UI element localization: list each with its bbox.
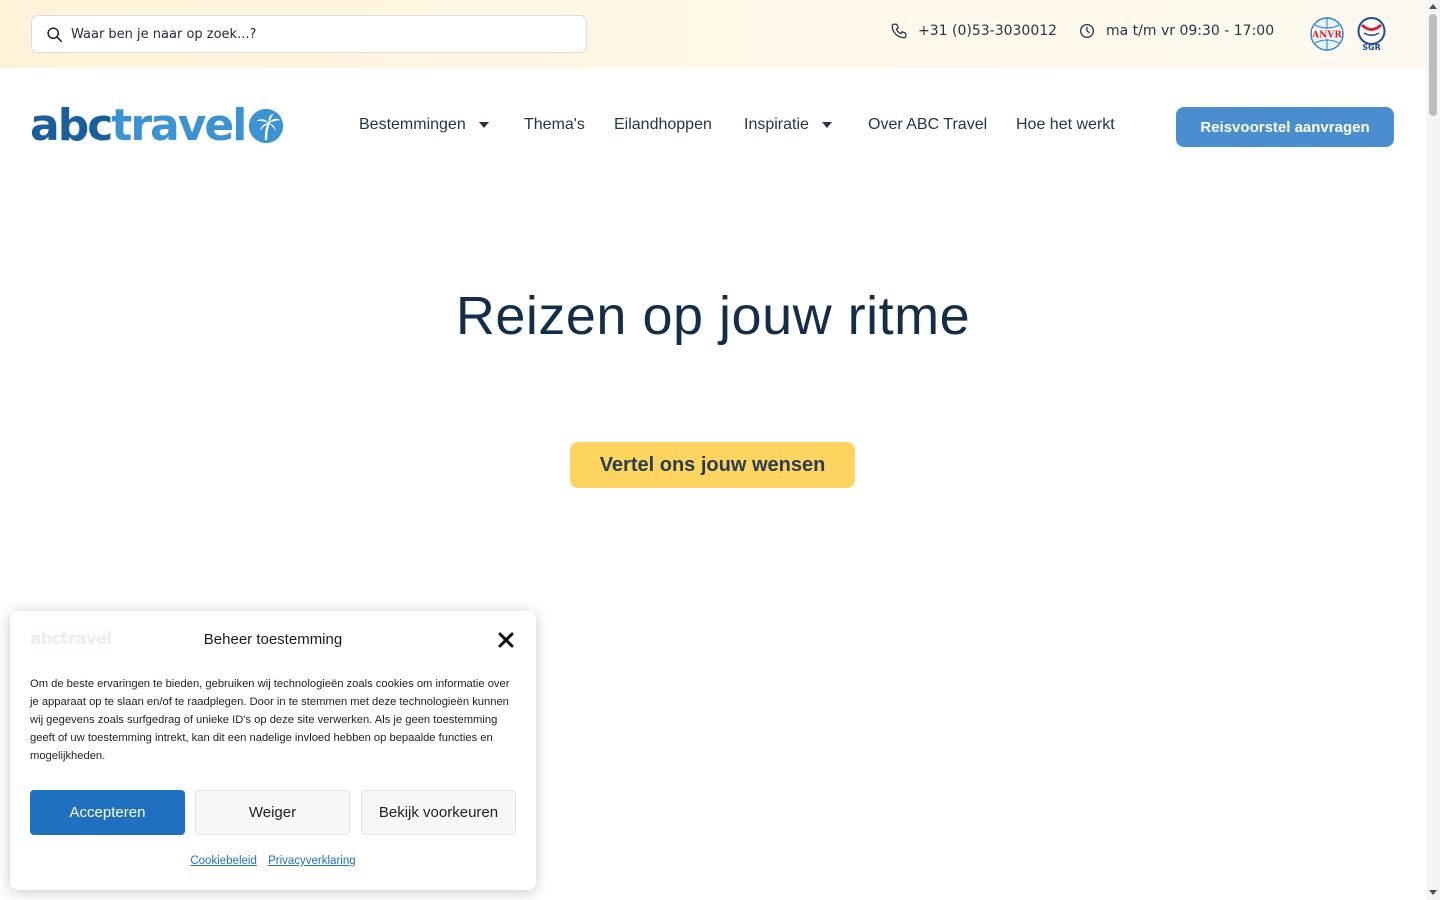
cookie-consent-dialog: abctravel Beheer toestemming Om de beste… <box>10 611 536 890</box>
nav-item-over-abc-travel[interactable]: Over ABC Travel <box>868 116 987 134</box>
nav-item-label: Over ABC Travel <box>868 116 988 133</box>
tell-us-wishes-button[interactable]: Vertel ons jouw wensen <box>570 442 855 488</box>
request-proposal-button[interactable]: Reisvoorstel aanvragen <box>1176 107 1394 147</box>
page-scrollbar[interactable] <box>1426 0 1440 900</box>
anvr-logo[interactable]: ANVR <box>1310 17 1344 51</box>
clock-icon <box>1079 23 1095 39</box>
search-icon <box>47 26 63 42</box>
nav-item-label: Inspiratie <box>744 116 809 133</box>
sgr-logo-text: SGR <box>1362 43 1381 52</box>
top-bar: +31 (0)53-3030012 ma t/m vr 09:30 - 17:0… <box>0 0 1426 68</box>
phone-icon <box>891 23 907 39</box>
close-icon[interactable] <box>496 630 516 650</box>
scrollbar-thumb[interactable] <box>1429 14 1437 116</box>
nav-item-hoe-het-werkt[interactable]: Hoe het werkt <box>1016 116 1115 134</box>
logo-wordmark-abc: abc <box>30 100 113 151</box>
search-input[interactable] <box>71 26 551 42</box>
caret-down-icon <box>821 122 832 128</box>
caret-down-icon <box>478 122 489 128</box>
nav-item-label: Bestemmingen <box>359 116 466 133</box>
deny-button[interactable]: Weiger <box>195 790 350 835</box>
site-logo[interactable]: abctravel <box>30 100 285 152</box>
hero-title: Reizen op jouw ritme <box>455 286 971 346</box>
phone-link[interactable]: +31 (0)53-3030012 <box>890 22 1057 40</box>
opening-hours-text: ma t/m vr 09:30 - 17:00 <box>1106 23 1275 39</box>
sgr-logo[interactable]: SGR <box>1354 16 1389 52</box>
nav-item-bestemmingen[interactable]: Bestemmingen <box>359 116 489 134</box>
nav-item-eilandhoppen[interactable]: Eilandhoppen <box>614 116 712 134</box>
nav-item-label: Eilandhoppen <box>614 116 712 133</box>
view-preferences-button[interactable]: Bekijk voorkeuren <box>361 790 516 835</box>
cookie-policy-link[interactable]: Cookiebeleid <box>190 855 257 867</box>
search-box[interactable] <box>31 15 587 53</box>
nav-item-label: Thema's <box>524 116 585 133</box>
anvr-logo-text: ANVR <box>1311 31 1342 41</box>
logo-wordmark-travel: travel <box>111 100 247 151</box>
consent-title: Beheer toestemming <box>203 631 343 648</box>
scroll-up-arrow-icon[interactable] <box>1429 4 1437 9</box>
opening-hours: ma t/m vr 09:30 - 17:00 <box>1078 22 1274 40</box>
phone-number: +31 (0)53-3030012 <box>918 23 1058 39</box>
privacy-statement-link[interactable]: Privacyverklaring <box>268 855 356 867</box>
nav-item-themas[interactable]: Thema's <box>524 116 585 134</box>
accept-button[interactable]: Accepteren <box>30 790 185 835</box>
palm-tree-icon <box>249 108 284 144</box>
scroll-down-arrow-icon[interactable] <box>1429 890 1437 895</box>
nav-item-label: Hoe het werkt <box>1016 116 1115 133</box>
consent-text: Om de beste ervaringen te bieden, gebrui… <box>30 678 510 762</box>
consent-links: Cookiebeleid Privacyverklaring <box>10 855 536 867</box>
nav-item-inspiratie[interactable]: Inspiratie <box>744 116 832 134</box>
logo-wordmark: abctravel <box>30 100 247 152</box>
